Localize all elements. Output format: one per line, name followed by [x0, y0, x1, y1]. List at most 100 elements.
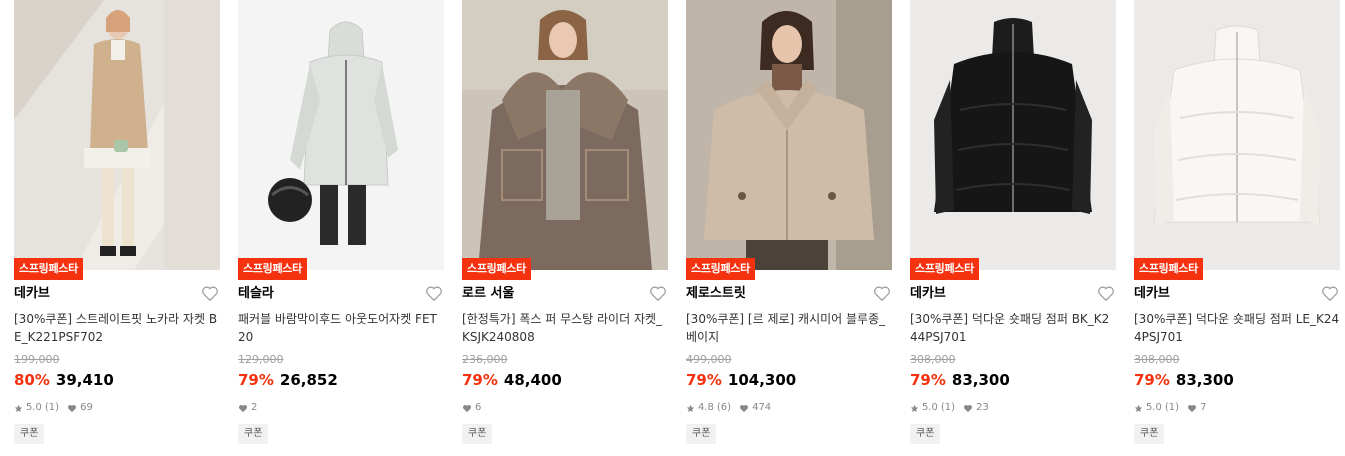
sale-price: 39,410 — [55, 371, 114, 389]
like-count: 6 — [475, 402, 482, 413]
product-image[interactable] — [238, 0, 444, 270]
discount-rate: 79% — [238, 371, 274, 389]
price-row: 79% 83,300 — [910, 370, 1010, 390]
likes: 69 — [67, 401, 93, 415]
brand-name[interactable]: 데카브 — [910, 286, 946, 302]
brand-name[interactable]: 데카브 — [14, 286, 50, 302]
product-name[interactable]: [30%쿠폰] [르 제로] 캐시미어 블루종_베이지 — [686, 310, 892, 346]
rating: 5.0 (1) — [910, 401, 955, 415]
star-icon — [686, 404, 695, 412]
heart-filled-icon — [1188, 404, 1197, 412]
like-count: 69 — [80, 402, 93, 413]
product-card[interactable]: 스프링페스타 데카브 [30%쿠폰] 덕다운 숏패딩 점퍼 BK_K244PSJ… — [910, 0, 1116, 456]
product-stats: 6 — [462, 401, 489, 415]
white-down-jacket-photo — [1134, 0, 1340, 270]
promo-badge: 스프링페스타 — [462, 258, 531, 280]
cashmere-blouson-photo — [686, 0, 892, 270]
star-icon — [14, 404, 23, 412]
product-card[interactable]: 스프링페스타 데카브 [30%쿠폰] 덕다운 숏패딩 점퍼 LE_K244PSJ… — [1134, 0, 1340, 456]
discount-rate: 80% — [14, 371, 50, 389]
brand-name[interactable]: 로르 서울 — [462, 286, 514, 302]
original-price: 199,000 — [14, 353, 60, 366]
promo-badge: 스프링페스타 — [238, 258, 307, 280]
sale-price: 26,852 — [279, 371, 338, 389]
heart-filled-icon — [68, 404, 77, 412]
rating-value: 5.0 — [922, 402, 938, 413]
discount-rate: 79% — [686, 371, 722, 389]
heart-filled-icon — [239, 404, 247, 412]
review-count: (1) — [1164, 402, 1180, 413]
original-price: 236,000 — [462, 353, 508, 366]
price-row: 80% 39,410 — [14, 370, 114, 390]
heart-filled-icon — [740, 404, 749, 412]
coupon-tag: 쿠폰 — [14, 424, 45, 444]
product-name[interactable]: [30%쿠폰] 덕다운 숏패딩 점퍼 BK_K244PSJ701 — [910, 310, 1116, 346]
product-stats: 5.0 (1) 23 — [910, 401, 997, 415]
heart-outline-icon[interactable] — [201, 285, 219, 302]
product-card[interactable]: 스프링페스타 제로스트릿 [30%쿠폰] [르 제로] 캐시미어 블루종_베이지… — [686, 0, 892, 456]
likes: 7 — [1187, 401, 1206, 415]
heart-outline-icon[interactable] — [649, 285, 667, 302]
coupon-tag: 쿠폰 — [910, 424, 941, 444]
product-stats: 2 — [238, 401, 265, 415]
rating-value: 5.0 — [26, 402, 42, 413]
product-name[interactable]: [30%쿠폰] 스트레이트핏 노카라 자켓 BE_K221PSF702 — [14, 310, 220, 346]
product-image[interactable] — [14, 0, 220, 270]
heart-outline-icon[interactable] — [1097, 285, 1115, 302]
price-row: 79% 104,300 — [686, 370, 796, 390]
original-price: 308,000 — [910, 353, 956, 366]
brand-name[interactable]: 데카브 — [1134, 286, 1170, 302]
heart-outline-icon[interactable] — [425, 285, 443, 302]
promo-badge: 스프링페스타 — [14, 258, 83, 280]
rating-value: 4.8 — [698, 402, 714, 413]
like-count: 7 — [1200, 402, 1207, 413]
product-image[interactable] — [462, 0, 668, 270]
promo-badge: 스프링페스타 — [686, 258, 755, 280]
product-grid: 스프링페스타 데카브 [30%쿠폰] 스트레이트핏 노카라 자켓 BE_K221… — [0, 0, 1345, 456]
promo-badge: 스프링페스타 — [910, 258, 979, 280]
price-row: 79% 83,300 — [1134, 370, 1234, 390]
product-card[interactable]: 스프링페스타 로르 서울 [한정특가] 폭스 퍼 무스탕 라이더 자켓_KSJK… — [462, 0, 668, 456]
heart-outline-icon[interactable] — [1321, 285, 1339, 302]
like-count: 2 — [251, 402, 258, 413]
rating: 4.8 (6) — [686, 401, 731, 415]
product-image[interactable] — [910, 0, 1116, 270]
fur-mustang-photo — [462, 0, 668, 270]
likes: 2 — [238, 401, 257, 415]
discount-rate: 79% — [910, 371, 946, 389]
rating: 5.0 (1) — [14, 401, 59, 415]
product-image[interactable] — [1134, 0, 1340, 270]
sale-price: 48,400 — [503, 371, 562, 389]
product-name[interactable]: [한정특가] 폭스 퍼 무스탕 라이더 자켓_KSJK240808 — [462, 310, 668, 346]
sale-price: 83,300 — [951, 371, 1010, 389]
product-name[interactable]: [30%쿠폰] 덕다운 숏패딩 점퍼 LE_K244PSJ701 — [1134, 310, 1340, 346]
review-count: (6) — [716, 402, 732, 413]
product-stats: 5.0 (1) 69 — [14, 401, 101, 415]
star-icon — [910, 404, 919, 412]
product-card[interactable]: 스프링페스타 테슬라 패커블 바람막이후드 아웃도어자켓 FET20 129,0… — [238, 0, 444, 456]
original-price: 129,000 — [238, 353, 284, 366]
product-stats: 4.8 (6) 474 — [686, 401, 779, 415]
heart-outline-icon[interactable] — [873, 285, 891, 302]
black-down-jacket-photo — [910, 0, 1116, 270]
like-count: 474 — [752, 402, 772, 413]
like-count: 23 — [976, 402, 989, 413]
coupon-tag: 쿠폰 — [238, 424, 269, 444]
heart-filled-icon — [463, 404, 471, 412]
coupon-tag: 쿠폰 — [686, 424, 717, 444]
product-image[interactable] — [686, 0, 892, 270]
brand-name[interactable]: 테슬라 — [238, 286, 274, 302]
rating-value: 5.0 — [1146, 402, 1162, 413]
likes: 6 — [462, 401, 481, 415]
price-row: 79% 26,852 — [238, 370, 338, 390]
heart-filled-icon — [964, 404, 973, 412]
coupon-tag: 쿠폰 — [1134, 424, 1165, 444]
price-row: 79% 48,400 — [462, 370, 562, 390]
review-count: (1) — [44, 402, 60, 413]
product-name[interactable]: 패커블 바람막이후드 아웃도어자켓 FET20 — [238, 310, 444, 346]
product-card[interactable]: 스프링페스타 데카브 [30%쿠폰] 스트레이트핏 노카라 자켓 BE_K221… — [14, 0, 220, 456]
brand-name[interactable]: 제로스트릿 — [686, 286, 746, 302]
likes: 474 — [739, 401, 771, 415]
sale-price: 83,300 — [1175, 371, 1234, 389]
discount-rate: 79% — [462, 371, 498, 389]
